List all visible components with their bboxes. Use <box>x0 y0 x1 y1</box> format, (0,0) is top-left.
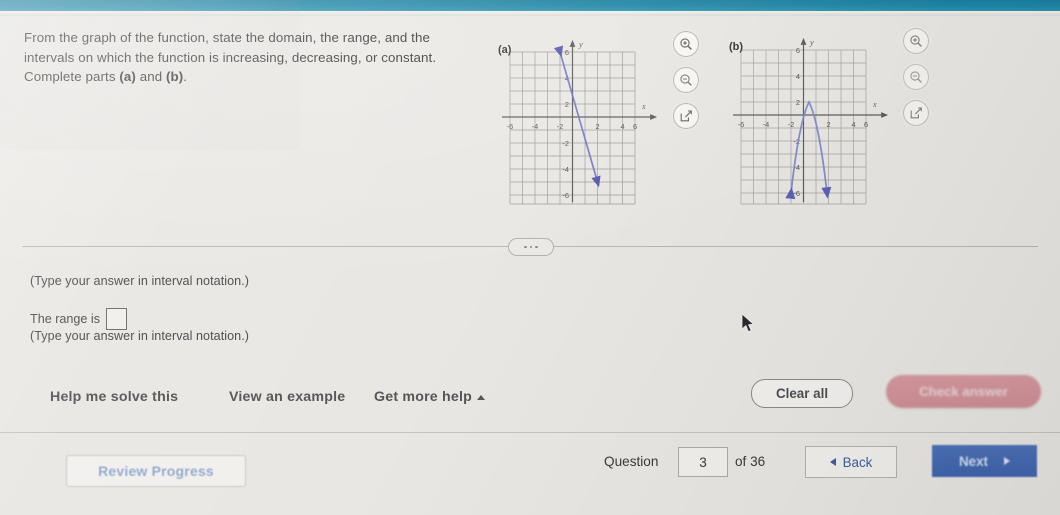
review-progress-label: Review Progress <box>98 463 214 479</box>
check-answer-label: Check answer <box>919 384 1008 399</box>
graph-b-xtick-6: 6 <box>864 120 868 129</box>
graph-b-parabola <box>785 99 832 200</box>
graph-a-ytick-6: 6 <box>565 48 569 57</box>
problem-part-b: (b) <box>166 69 184 84</box>
ellipsis-dot <box>529 245 533 249</box>
open-editor-icon[interactable] <box>903 100 929 126</box>
graph-a-xtick-2: 2 <box>595 122 599 131</box>
view-an-example-button[interactable]: View an example <box>229 389 345 405</box>
zoom-in-icon[interactable] <box>673 31 699 57</box>
ellipsis-dot <box>535 245 538 249</box>
answer-hint-bottom: (Type your answer in interval notation.) <box>30 329 249 343</box>
chevron-left-icon <box>829 458 836 466</box>
next-button[interactable]: Next <box>932 445 1037 477</box>
collapse-toggle[interactable] <box>508 238 554 256</box>
worksheet-plate: From the graph of the function, state th… <box>0 0 1060 515</box>
graph-b-x-axis-label: x <box>872 100 877 109</box>
graph-panel-a[interactable]: (a) y x -6 -4 -2 2 4 6 6 2 -2 -4 -6 <box>496 30 661 210</box>
graph-b-xtick--6: -6 <box>738 120 745 129</box>
graph-a-ytick--2: -2 <box>562 139 569 148</box>
question-total-label: of 36 <box>735 454 766 469</box>
answer-hint-top: (Type your answer in interval notation.) <box>30 274 249 288</box>
graph-b-ytick-6: 6 <box>796 46 800 55</box>
graph-a-figure[interactable]: y x -6 -4 -2 2 4 6 6 4 2 -2 -4 -6 <box>496 30 661 210</box>
graph-a-ytick-2: 2 <box>565 100 569 109</box>
clear-all-label: Clear all <box>775 386 829 401</box>
graph-a-xtick--2: -2 <box>557 122 564 131</box>
graph-a-xtick--6: -6 <box>507 122 514 131</box>
graph-a-y-axis-label: y <box>578 39 583 49</box>
problem-statement: From the graph of the function, state th… <box>24 28 479 87</box>
graph-a-x-axis-label: x <box>641 102 646 111</box>
problem-line-3-mid: and <box>135 69 166 84</box>
back-button[interactable]: Back <box>805 446 897 478</box>
get-more-help-button[interactable]: Get more help <box>374 389 485 405</box>
graph-a-xtick-4: 4 <box>620 122 624 131</box>
graph-b-ytick--6: -6 <box>793 189 800 198</box>
graph-b-xtick-4: 4 <box>851 120 855 129</box>
graph-b-figure[interactable]: y x -6 -4 -2 2 4 6 6 4 2 -2 -4 -6 <box>727 30 892 210</box>
clear-all-button[interactable]: Clear all <box>751 379 853 408</box>
get-more-help-label: Get more help <box>374 389 472 405</box>
zoom-in-icon[interactable] <box>903 28 929 54</box>
graph-b-xtick-2: 2 <box>826 120 830 129</box>
graph-a-xtick-6: 6 <box>633 122 637 131</box>
check-answer-button[interactable]: Check answer <box>886 375 1041 408</box>
question-number-value: 3 <box>699 454 707 470</box>
open-editor-icon[interactable] <box>673 103 699 129</box>
graph-b-tools[interactable] <box>903 28 929 136</box>
problem-line-3-suffix: . <box>183 69 188 84</box>
graph-a-ytick--4: -4 <box>562 165 569 174</box>
graph-b-xtick--2: -2 <box>788 120 795 129</box>
graph-a-label: (a) <box>498 44 512 56</box>
browser-top-bar <box>0 0 1060 11</box>
graph-b-y-axis-label: y <box>809 37 814 47</box>
problem-line-3-prefix: Complete parts <box>24 69 120 84</box>
graph-panel-b[interactable]: (b) y x -6 -4 -2 2 4 6 6 4 2 -2 -4 -6 <box>727 30 892 210</box>
graph-b-ytick-4: 4 <box>796 72 800 81</box>
graph-b-label: (b) <box>729 41 744 53</box>
question-number-input[interactable]: 3 <box>678 447 728 477</box>
question-label: Question <box>604 454 659 469</box>
zoom-out-icon[interactable] <box>903 64 929 90</box>
chevron-right-icon <box>1004 457 1011 465</box>
graph-a-ytick--6: -6 <box>562 191 569 200</box>
graph-b-ytick-2: 2 <box>796 98 800 107</box>
graph-b-xtick--4: -4 <box>763 120 770 129</box>
help-me-solve-this-button[interactable]: Help me solve this <box>50 389 178 405</box>
problem-line-2: intervals on which the function is incre… <box>24 49 437 65</box>
next-label: Next <box>958 453 989 469</box>
ellipsis-dot <box>524 245 527 249</box>
review-progress-button[interactable]: Review Progress <box>66 455 246 487</box>
range-answer-row: The range is <box>30 308 128 330</box>
footer-divider <box>0 432 1060 433</box>
chevron-up-icon <box>477 394 485 400</box>
graph-a-tools[interactable] <box>673 31 699 139</box>
back-label: Back <box>842 454 873 470</box>
range-input[interactable] <box>106 308 128 330</box>
graph-a-xtick--4: -4 <box>532 122 539 131</box>
problem-line-1: From the graph of the function, state th… <box>24 30 430 45</box>
mouse-cursor <box>741 313 755 333</box>
zoom-out-icon[interactable] <box>673 67 699 93</box>
browser-top-bar-edge <box>0 11 1060 16</box>
problem-part-a: (a) <box>119 69 136 84</box>
range-label: The range is <box>30 312 101 326</box>
